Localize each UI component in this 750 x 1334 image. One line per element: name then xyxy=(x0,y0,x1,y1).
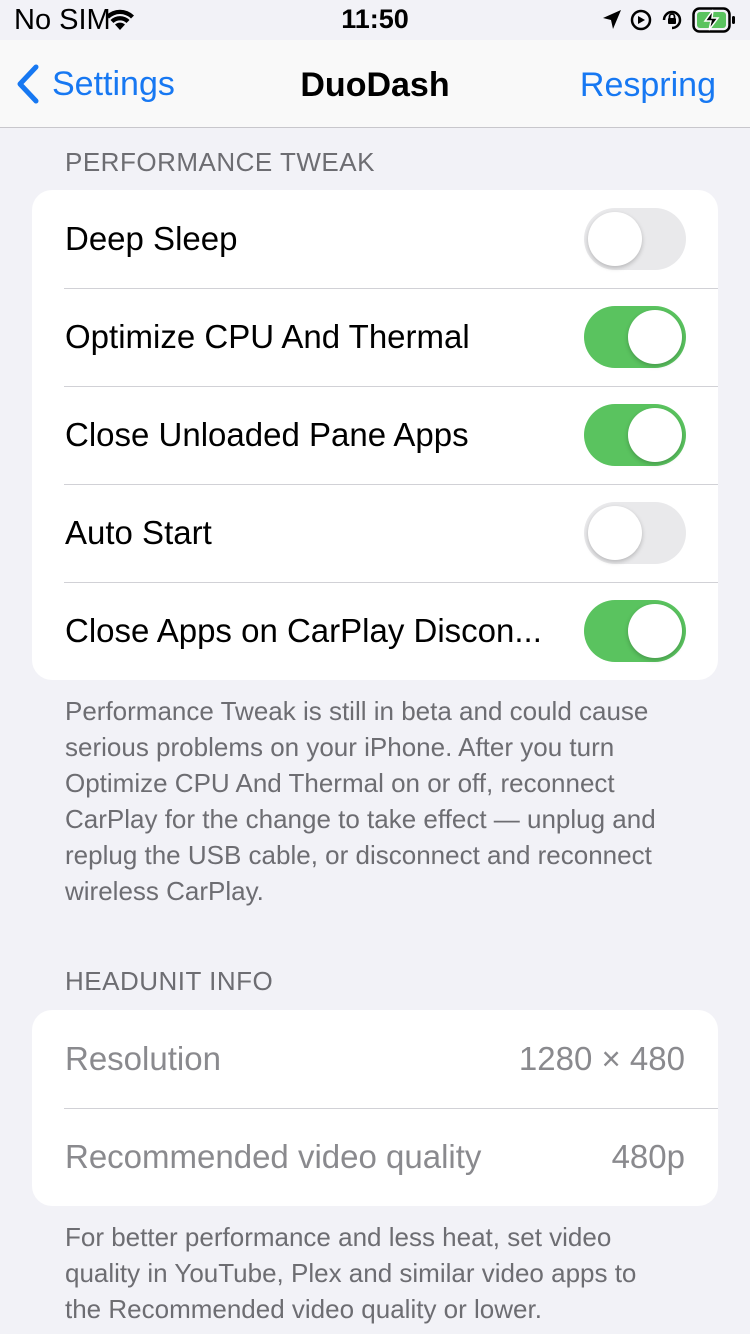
setting-label: Close Apps on CarPlay Discon... xyxy=(65,612,542,649)
respring-button[interactable]: Respring xyxy=(580,66,716,105)
info-row-resolution: Resolution 1280 × 480 xyxy=(32,1010,718,1108)
footer-line: the Recommended video quality or lower. xyxy=(65,1294,542,1324)
setting-label: Close Unloaded Pane Apps xyxy=(65,416,469,453)
setting-row-auto-start: Auto Start xyxy=(32,484,718,582)
footer-line: serious problems on your iPhone. After y… xyxy=(65,732,615,762)
alarm-icon xyxy=(630,9,652,31)
info-label: Resolution xyxy=(65,1040,221,1077)
close-apps-carplay-toggle[interactable] xyxy=(584,600,686,662)
deep-sleep-toggle[interactable] xyxy=(584,208,686,270)
status-bar: No SIM 11:50 xyxy=(0,0,750,40)
toggle-knob xyxy=(628,310,682,364)
location-icon xyxy=(602,9,622,31)
toggle-knob xyxy=(628,604,682,658)
footer-line: wireless CarPlay. xyxy=(65,876,264,906)
setting-row-optimize-cpu: Optimize CPU And Thermal xyxy=(32,288,718,386)
performance-group: Deep Sleep Optimize CPU And Thermal Clos… xyxy=(32,190,718,680)
setting-label: Auto Start xyxy=(65,514,212,551)
info-row-video-quality: Recommended video quality 480p xyxy=(32,1108,718,1206)
navigation-bar: Settings DuoDash Respring xyxy=(0,40,750,128)
performance-footer: Performance Tweak is still in beta and c… xyxy=(65,693,705,909)
info-value: 1280 × 480 xyxy=(518,1040,685,1077)
footer-line: Optimize CPU And Thermal on or off, reco… xyxy=(65,768,615,798)
toggle-knob xyxy=(588,212,642,266)
info-label: Recommended video quality xyxy=(65,1138,482,1175)
setting-row-close-unloaded-pane-apps: Close Unloaded Pane Apps xyxy=(32,386,718,484)
orientation-lock-icon xyxy=(660,9,684,31)
headunit-footer: For better performance and less heat, se… xyxy=(65,1219,705,1327)
battery-charging-icon xyxy=(692,7,736,33)
setting-row-deep-sleep: Deep Sleep xyxy=(32,190,718,288)
setting-label: Deep Sleep xyxy=(65,220,238,257)
info-value: 480p xyxy=(611,1138,685,1175)
setting-label: Optimize CPU And Thermal xyxy=(65,318,470,355)
setting-row-close-apps-carplay: Close Apps on CarPlay Discon... xyxy=(32,582,718,680)
toggle-knob xyxy=(628,408,682,462)
footer-line: For better performance and less heat, se… xyxy=(65,1222,612,1252)
performance-section-header: PERFORMANCE TWEAK xyxy=(65,147,375,177)
close-unloaded-pane-apps-toggle[interactable] xyxy=(584,404,686,466)
optimize-cpu-toggle[interactable] xyxy=(584,306,686,368)
headunit-section-header: HEADUNIT INFO xyxy=(65,966,274,996)
auto-start-toggle[interactable] xyxy=(584,502,686,564)
footer-line: CarPlay for the change to take effect — … xyxy=(65,804,656,834)
footer-line: replug the USB cable, or disconnect and … xyxy=(65,840,652,870)
footer-line: Performance Tweak is still in beta and c… xyxy=(65,696,649,726)
headunit-group: Resolution 1280 × 480 Recommended video … xyxy=(32,1010,718,1206)
toggle-knob xyxy=(588,506,642,560)
footer-line: quality in YouTube, Plex and similar vid… xyxy=(65,1258,637,1288)
